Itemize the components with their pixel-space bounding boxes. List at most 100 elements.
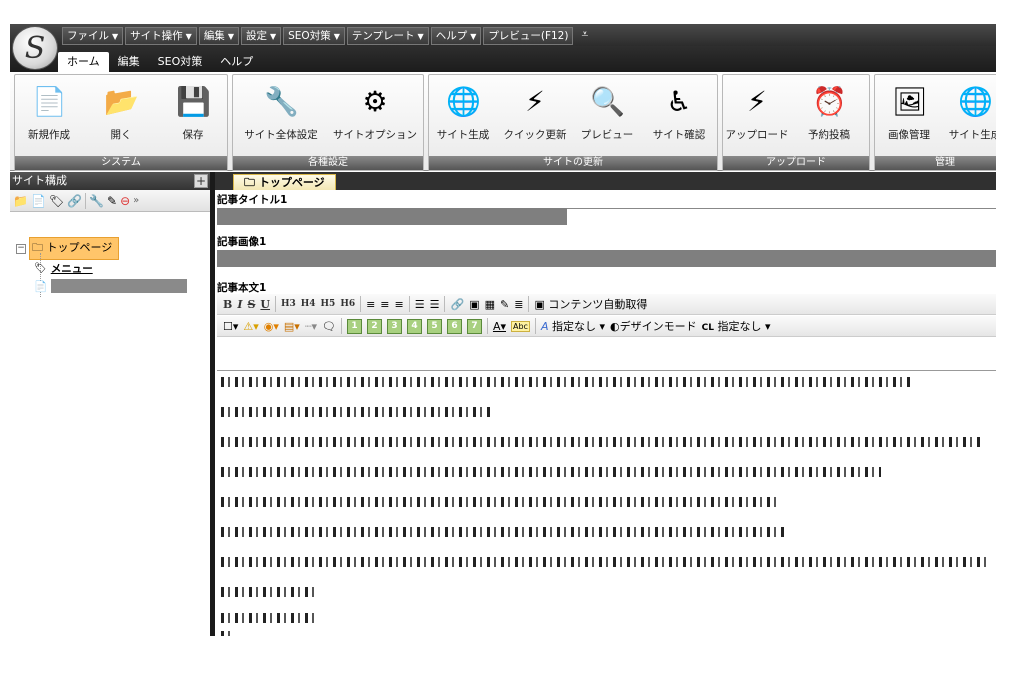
balloon-icon[interactable]: 🗨 <box>322 320 336 333</box>
quick-update-button[interactable]: ⚡ クイック更新 <box>503 79 567 151</box>
h4-button[interactable]: H4 <box>301 299 316 309</box>
menu-help[interactable]: ヘルプ ▼ <box>430 27 482 45</box>
insert-5-button[interactable]: 5 <box>426 318 442 334</box>
site-check-button[interactable]: ♿ サイト確認 <box>647 79 711 151</box>
h5-button[interactable]: H5 <box>321 299 336 309</box>
edit-source-icon[interactable]: ✎ <box>500 298 509 311</box>
wrench-icon[interactable]: 🔧 <box>89 194 104 208</box>
group-label-system: システム <box>15 156 227 170</box>
edit-icon[interactable]: ✎ <box>107 194 117 208</box>
site-generate-button[interactable]: 🌐 サイト生成 <box>431 79 495 151</box>
box-dropdown[interactable]: ☐▾ <box>223 320 238 333</box>
site-generate-2-button[interactable]: 🌐 サイト生成 <box>943 79 996 151</box>
insert-6-button[interactable]: 6 <box>446 318 462 334</box>
insert-4-button[interactable]: 4 <box>406 318 422 334</box>
strike-button[interactable]: S <box>247 298 255 311</box>
preview-button[interactable]: 🔍 プレビュー <box>575 79 639 151</box>
tree-item-selected-bar <box>51 279 188 293</box>
site-tree: − 🗀 トップページ 🏷 メニュー 📄 <box>10 213 210 636</box>
scrambled-text-line <box>221 497 781 507</box>
align-right-icon[interactable]: ≡ <box>395 298 404 311</box>
table-insert-icon[interactable]: ▦ <box>485 298 495 311</box>
tab-edit[interactable]: 編集 <box>109 52 149 72</box>
title-input[interactable] <box>567 208 996 226</box>
bold-button[interactable]: B <box>223 298 232 311</box>
tree-root[interactable]: − 🗀 トップページ <box>16 237 120 260</box>
body-editor[interactable] <box>217 370 996 636</box>
align-center-icon[interactable]: ≡ <box>380 298 389 311</box>
app-logo[interactable]: S <box>12 26 58 70</box>
sidebar-toolbar: 📁 📄 🏷 🔗 🔧 ✎ ⊖ » <box>10 190 210 212</box>
insert-3-button[interactable]: 3 <box>386 318 402 334</box>
scheduled-post-button[interactable]: ⏰ 予約投稿 <box>797 79 861 151</box>
format-toolbar: B I S U H3 H4 H5 H6 ≡ ≡ ≡ ☰ ☰ 🔗 ▣ ▦ ✎ ≣ … <box>217 294 996 315</box>
abc-button[interactable]: Abc <box>511 320 530 332</box>
image-insert-icon[interactable]: ▣ <box>469 298 479 311</box>
align-left-icon[interactable]: ≡ <box>366 298 375 311</box>
scrambled-text-line <box>221 527 786 537</box>
bullet-list-icon[interactable]: ☰ <box>415 298 425 311</box>
upload-button[interactable]: ⚡ アップロード <box>725 79 789 151</box>
group-label-manage: 管理 <box>875 156 996 170</box>
menu-settings[interactable]: 設定 ▼ <box>240 27 282 45</box>
collapse-icon[interactable]: − <box>16 243 26 254</box>
heading-deco-dropdown[interactable]: ▤▾ <box>284 320 300 333</box>
save-button[interactable]: 💾 保存 <box>161 79 225 151</box>
class-dropdown[interactable]: CL 指定なし ▾ <box>702 318 771 334</box>
tab-home[interactable]: ホーム <box>58 52 109 72</box>
group-label-upload: アップロード <box>723 156 869 170</box>
warning-dropdown[interactable]: ⚠▾ <box>243 320 258 333</box>
tab-top-page[interactable]: 🗀 トップページ <box>233 174 336 191</box>
tab-help[interactable]: ヘルプ <box>211 52 262 72</box>
title-field-filled[interactable] <box>217 208 567 225</box>
tab-seo[interactable]: SEO対策 <box>149 52 212 72</box>
site-settings-button[interactable]: 🔧 サイト全体設定 <box>241 79 321 151</box>
tree-item-menu[interactable]: 🏷 メニュー <box>34 261 93 276</box>
insert-1-button[interactable]: 1 <box>346 318 362 334</box>
image-manager-button[interactable]: 🖼 画像管理 <box>877 79 941 151</box>
menu-edit[interactable]: 編集 ▼ <box>198 27 239 45</box>
design-mode-button[interactable]: ◐デザインモード <box>610 318 697 334</box>
preview-magnifier-icon: 🔍 <box>590 85 625 118</box>
app-window: ファイル ▼ サイト操作 ▼ 編集 ▼ 設定 ▼ SEO対策 ▼ テンプレート ▼ ヘルプ ▼… <box>10 24 996 636</box>
image-field[interactable] <box>217 250 996 267</box>
add-page-icon[interactable]: + <box>194 174 208 188</box>
emoji-dropdown[interactable]: ◉▾ <box>264 320 279 333</box>
line-dropdown[interactable]: ┈▾ <box>305 320 317 333</box>
menu-template[interactable]: テンプレート ▼ <box>346 27 429 45</box>
tag-icon[interactable]: 🏷 <box>49 194 64 208</box>
number-list-icon[interactable]: ☰ <box>430 298 440 311</box>
scrambled-text-line <box>221 557 986 567</box>
insert-2-button[interactable]: 2 <box>366 318 382 334</box>
menu-site-operation[interactable]: サイト操作 ▼ <box>125 27 197 45</box>
underline-button[interactable]: U <box>260 298 270 311</box>
h3-button[interactable]: H3 <box>281 299 296 309</box>
insert-7-button[interactable]: 7 <box>466 318 482 334</box>
menu-preview[interactable]: プレビュー(F12) <box>483 27 574 45</box>
toolbar-separator <box>85 192 87 209</box>
tree-item-page[interactable]: 📄 <box>34 279 188 293</box>
site-options-button[interactable]: ⚙ サイトオプション <box>333 79 417 151</box>
font-style-dropdown[interactable]: A 指定なし ▾ <box>541 318 605 334</box>
italic-button[interactable]: I <box>237 298 242 311</box>
quick-menu-more-icon[interactable]: ⩡ <box>581 27 588 45</box>
h6-button[interactable]: H6 <box>340 299 355 309</box>
more-icon[interactable]: » <box>133 195 139 206</box>
ribbon-group-settings: 🔧 サイト全体設定 ⚙ サイトオプション 各種設定 <box>232 74 424 171</box>
delete-icon[interactable]: ⊖ <box>120 194 130 208</box>
paragraph-icon[interactable]: ≣ <box>514 298 523 311</box>
page-icon[interactable]: 📄 <box>31 194 46 208</box>
folder-icon[interactable]: 📁 <box>13 194 28 208</box>
group-label-update: サイトの更新 <box>429 156 717 170</box>
new-button[interactable]: 📄 新規作成 <box>17 79 81 151</box>
link-icon[interactable]: 🔗 <box>67 194 82 208</box>
auto-fetch-button[interactable]: ▣ コンテンツ自動取得 <box>534 296 647 312</box>
image-manager-icon: 🖼 <box>892 85 928 118</box>
quick-menu: ファイル ▼ サイト操作 ▼ 編集 ▼ 設定 ▼ SEO対策 ▼ テンプレート ▼ ヘルプ ▼… <box>62 27 588 45</box>
open-button[interactable]: 📂 開く <box>89 79 153 151</box>
link-icon[interactable]: 🔗 <box>450 298 464 311</box>
menu-seo[interactable]: SEO対策 ▼ <box>283 27 345 45</box>
font-color-dropdown[interactable]: A▾ <box>493 320 506 333</box>
menu-file[interactable]: ファイル ▼ <box>62 27 124 45</box>
ribbon-group-manage: 🖼 画像管理 🌐 サイト生成 管理 <box>874 74 996 171</box>
